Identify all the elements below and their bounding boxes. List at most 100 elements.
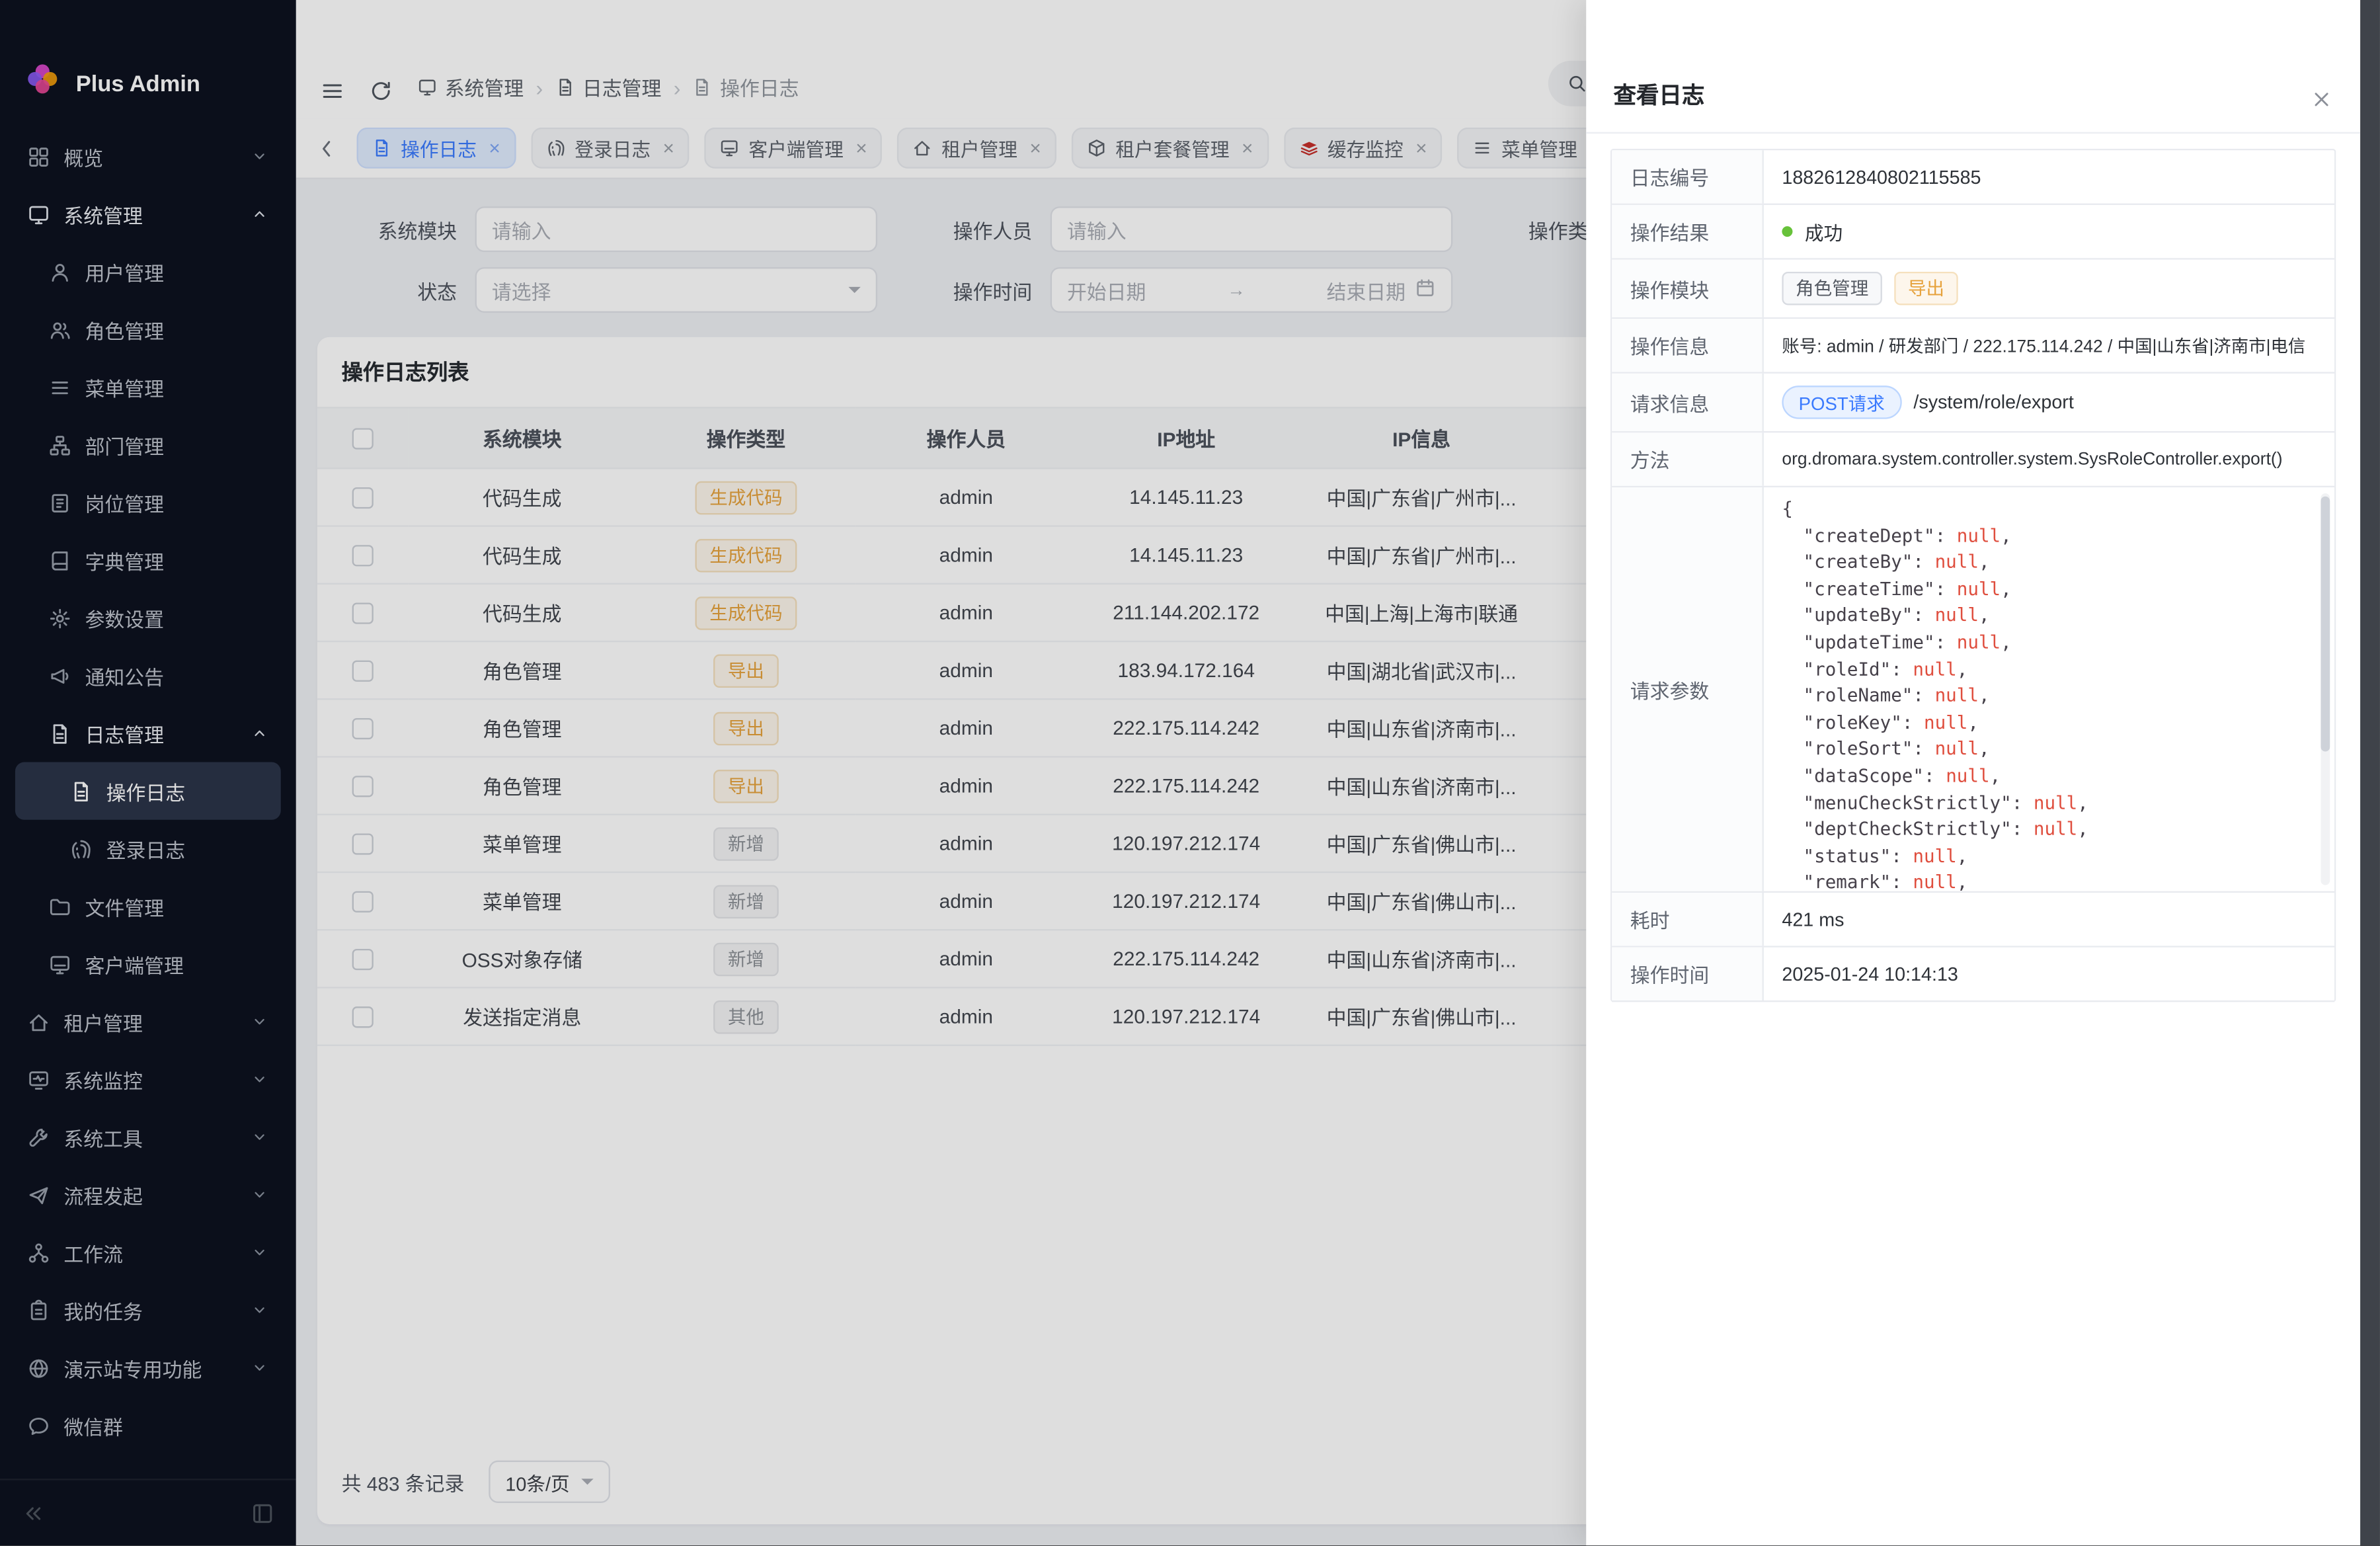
- json-comma: ,: [1990, 765, 2001, 786]
- request-method-tag: POST请求: [1782, 386, 1901, 419]
- json-colon: :: [1902, 712, 1924, 733]
- json-line: "roleId": null,: [1782, 657, 2310, 683]
- json-line: "remark": null,: [1782, 870, 2310, 891]
- field-value: 角色管理导出: [1764, 260, 2334, 317]
- json-line: "createDept": null,: [1782, 523, 2310, 549]
- json-key: "roleName": [1804, 685, 1913, 706]
- json-line: "updateBy": null,: [1782, 603, 2310, 630]
- json-line: "status": null,: [1782, 844, 2310, 870]
- json-comma: ,: [2001, 631, 2012, 653]
- log-field-result: 操作结果 成功: [1612, 205, 2334, 260]
- field-value: org.dromara.system.controller.system.Sys…: [1764, 432, 2334, 485]
- field-value: {"createDept": null,"createBy": null,"cr…: [1764, 487, 2334, 891]
- json-value: null: [1913, 658, 1956, 679]
- close-icon: [2310, 88, 2332, 110]
- json-colon: :: [1935, 524, 1957, 546]
- app-root: 系统管理›日志管理›操作日志 操作日志×登录日志×客户端管理×租户管理×租户套餐…: [0, 0, 2380, 1545]
- log-field-log-id: 日志编号1882612840802115585: [1612, 150, 2334, 205]
- request-url: /system/role/export: [1913, 391, 2073, 413]
- json-colon: :: [1891, 658, 1913, 679]
- json-key: "menuCheckStrictly": [1804, 792, 2012, 813]
- field-value: 成功: [1764, 205, 2334, 258]
- json-colon: :: [1891, 872, 1913, 891]
- field-label: 请求信息: [1612, 374, 1764, 431]
- json-comma: ,: [1979, 605, 1990, 626]
- json-colon: :: [1924, 765, 1946, 786]
- json-value: null: [1913, 872, 1956, 891]
- json-comma: ,: [2077, 792, 2088, 813]
- json-value: null: [1946, 765, 1989, 786]
- json-key: "createTime": [1804, 578, 1935, 599]
- json-colon: :: [1935, 631, 1957, 653]
- json-key: "createBy": [1804, 551, 1913, 573]
- json-value: null: [1957, 631, 2001, 653]
- json-line: "dataScope": null,: [1782, 764, 2310, 790]
- json-value: null: [1935, 685, 1979, 706]
- json-colon: :: [1913, 739, 1934, 760]
- field-value: 1882612840802115585: [1764, 150, 2334, 203]
- json-value: null: [1935, 739, 1979, 760]
- json-key: "roleKey": [1804, 712, 1902, 733]
- status-text: 成功: [1805, 217, 1843, 246]
- plain-tag: 角色管理: [1782, 272, 1882, 305]
- json-comma: ,: [2001, 524, 2012, 546]
- json-comma: ,: [1979, 685, 1990, 706]
- field-label: 操作模块: [1612, 260, 1764, 317]
- log-field-method: 方法org.dromara.system.controller.system.S…: [1612, 432, 2334, 487]
- window-scrollbar[interactable]: [2360, 0, 2380, 1545]
- field-label: 操作结果: [1612, 205, 1764, 258]
- field-label: 操作信息: [1612, 319, 1764, 372]
- json-key: "remark": [1804, 872, 1891, 891]
- field-value: 2025-01-24 10:14:13: [1764, 948, 2334, 1000]
- json-line: "menuCheckStrictly": null,: [1782, 790, 2310, 817]
- json-comma: ,: [2001, 578, 2012, 599]
- request-params-code: {"createDept": null,"createBy": null,"cr…: [1764, 487, 2334, 891]
- drawer-close-button[interactable]: [2310, 88, 2332, 110]
- json-colon: :: [1913, 685, 1934, 706]
- json-comma: ,: [1957, 845, 1968, 866]
- json-colon: :: [1935, 578, 1957, 599]
- field-value: 421 ms: [1764, 893, 2334, 946]
- json-comma: ,: [1957, 872, 1968, 891]
- log-field-duration: 耗时421 ms: [1612, 893, 2334, 948]
- drawer-header: 查看日志: [1586, 0, 2360, 134]
- json-colon: :: [1891, 845, 1913, 866]
- json-key: "updateTime": [1804, 631, 1935, 653]
- field-label: 操作时间: [1612, 948, 1764, 1000]
- log-field-time: 操作时间2025-01-24 10:14:13: [1612, 948, 2334, 1002]
- json-line: "roleName": null,: [1782, 684, 2310, 710]
- json-value: null: [1935, 551, 1979, 573]
- json-line: {: [1782, 497, 2310, 523]
- drawer-title: 查看日志: [1614, 79, 1705, 110]
- log-field-module: 操作模块角色管理导出: [1612, 260, 2334, 319]
- json-comma: ,: [1979, 551, 1990, 573]
- json-value: null: [2034, 792, 2077, 813]
- json-colon: :: [2012, 819, 2034, 840]
- json-line: "roleKey": null,: [1782, 710, 2310, 737]
- json-line: "deptCheckStrictly": null,: [1782, 817, 2310, 843]
- field-value: POST请求/system/role/export: [1764, 374, 2334, 431]
- log-details: 日志编号1882612840802115585操作结果成功操作模块角色管理导出操…: [1610, 149, 2336, 1002]
- field-label: 请求参数: [1612, 487, 1764, 891]
- json-key: "deptCheckStrictly": [1804, 819, 2012, 840]
- json-key: "status": [1804, 845, 1891, 866]
- status-dot: [1782, 226, 1792, 237]
- json-key: "roleId": [1804, 658, 1891, 679]
- json-value: null: [1957, 524, 2001, 546]
- log-field-request: 请求信息POST请求/system/role/export: [1612, 374, 2334, 433]
- code-scrollbar-thumb[interactable]: [2320, 497, 2330, 752]
- json-comma: ,: [1979, 739, 1990, 760]
- json-value: null: [1924, 712, 1967, 733]
- field-label: 日志编号: [1612, 150, 1764, 203]
- json-comma: ,: [1957, 658, 1968, 679]
- json-colon: :: [2012, 792, 2034, 813]
- json-value: null: [2034, 819, 2077, 840]
- json-key: "updateBy": [1804, 605, 1913, 626]
- json-comma: ,: [1967, 712, 1979, 733]
- field-value: 账号: admin / 研发部门 / 222.175.114.242 / 中国|…: [1764, 319, 2334, 372]
- json-line: "createBy": null,: [1782, 550, 2310, 577]
- json-key: "dataScope": [1804, 765, 1924, 786]
- json-key: "createDept": [1804, 524, 1935, 546]
- field-label: 方法: [1612, 432, 1764, 485]
- json-line: "roleSort": null,: [1782, 737, 2310, 763]
